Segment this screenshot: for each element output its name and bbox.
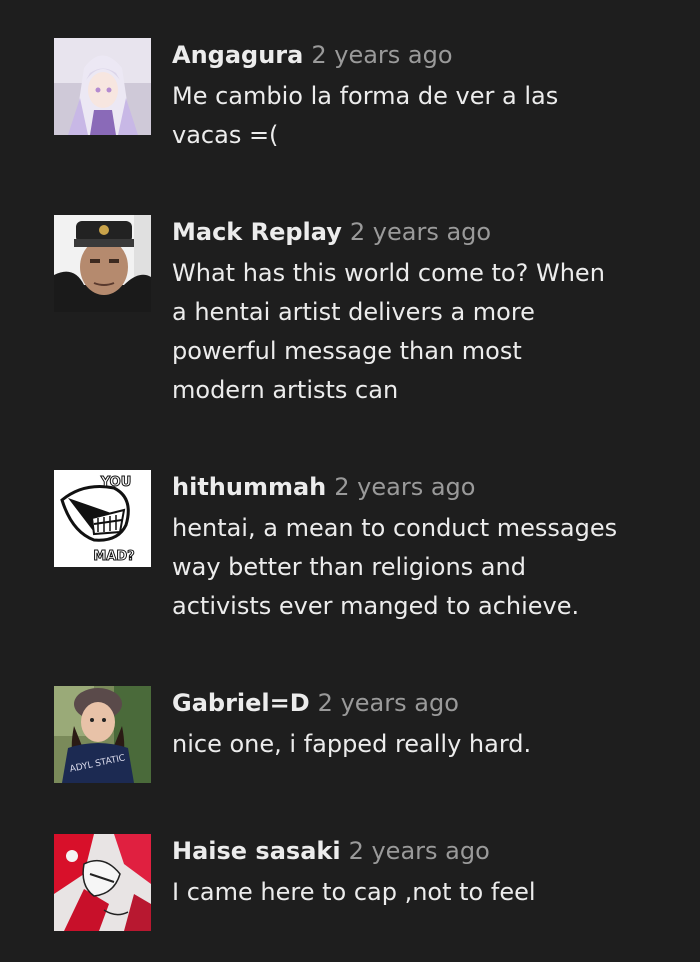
comment-text-line: a hentai artist delivers a more <box>172 298 535 326</box>
military-officer-avatar-icon <box>54 215 151 312</box>
comment-timestamp: 2 years ago <box>348 837 490 865</box>
comment-text-line: vacas =( <box>172 121 279 149</box>
avatar[interactable] <box>54 834 151 931</box>
meme-top-text: YOU <box>100 475 132 490</box>
comment-timestamp: 2 years ago <box>334 473 476 501</box>
comment-text: What has this world come to? When a hent… <box>172 254 652 410</box>
comment-text-line: What has this world come to? When <box>172 259 605 287</box>
meme-bottom-text: MAD? <box>93 549 134 564</box>
comment-text-line: way better than religions and <box>172 553 526 581</box>
comments-list: Angagura 2 years ago Me cambio la forma d… <box>0 0 700 962</box>
avatar[interactable] <box>54 38 151 135</box>
anime-girl-avatar-icon <box>54 38 151 135</box>
comment-text-line: hentai, a mean to conduct messages <box>172 514 618 542</box>
comment-text-line: nice one, i fapped really hard. <box>172 730 532 758</box>
comment-author[interactable]: Haise sasaki <box>172 837 341 865</box>
red-abstract-art-avatar-icon <box>54 834 151 931</box>
comment-text-line: Me cambio la forma de ver a las <box>172 82 559 110</box>
comment-author[interactable]: Gabriel=D <box>172 689 310 717</box>
comment-author[interactable]: hithummah <box>172 473 326 501</box>
comment-text-line: powerful message than most <box>172 337 522 365</box>
comment-text: hentai, a mean to conduct messages way b… <box>172 509 652 626</box>
child-photo-avatar-icon: ADYL STATIC <box>54 686 151 783</box>
comment-timestamp: 2 years ago <box>311 41 453 69</box>
comment-text: nice one, i fapped really hard. <box>172 725 652 764</box>
you-mad-meme-avatar-icon: YOU MAD? <box>54 470 151 567</box>
comment-timestamp: 2 years ago <box>349 218 492 246</box>
comment-text: Me cambio la forma de ver a las vacas =( <box>172 77 652 155</box>
comment-text-line: I came here to cap ,not to feel <box>172 878 536 906</box>
comment-timestamp: 2 years ago <box>317 689 459 717</box>
avatar[interactable] <box>54 215 151 312</box>
avatar[interactable]: ADYL STATIC <box>54 686 151 783</box>
comment-author[interactable]: Mack Replay <box>172 218 342 246</box>
comment-author[interactable]: Angagura <box>172 41 303 69</box>
comment-text-line: activists ever manged to achieve. <box>172 592 580 620</box>
comment-text-line: modern artists can <box>172 376 399 404</box>
comment-text: I came here to cap ,not to feel <box>172 873 652 912</box>
avatar[interactable]: YOU MAD? <box>54 470 151 567</box>
